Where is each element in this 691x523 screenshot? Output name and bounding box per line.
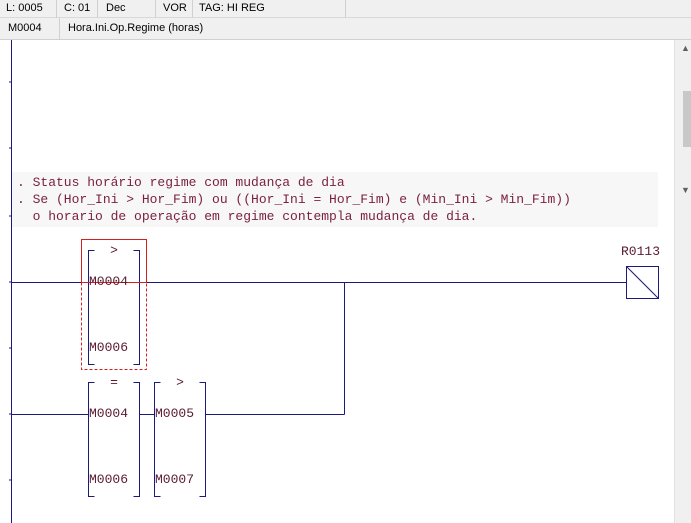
variable-info-bar: M0004 Hora.Ini.Op.Regime (horas) <box>0 18 691 40</box>
status-format: Dec <box>98 0 156 18</box>
comment-line-1: . Status horário regime com mudança de d… <box>17 175 345 190</box>
block-input-a: M0004 <box>89 406 128 421</box>
block-operator: = <box>110 375 118 390</box>
block-operator: > <box>176 375 184 390</box>
block-input-b: M0007 <box>155 472 194 487</box>
status-mode: VOR <box>156 0 193 18</box>
variable-description: Hora.Ini.Op.Regime (horas) <box>68 22 204 34</box>
variable-address: M0004 <box>0 18 60 39</box>
status-tag: TAG: HI REG <box>193 0 346 18</box>
reset-coil[interactable]: R0113 <box>621 244 660 299</box>
compare-block-greater-2[interactable]: > M0005 M0007 <box>154 375 206 497</box>
status-line: L: 0005 <box>0 0 57 18</box>
ladder-diagram[interactable]: . Status horário regime com mudança de d… <box>0 40 674 523</box>
block-input-b: M0006 <box>89 340 128 355</box>
selection-box-lower <box>81 282 147 370</box>
triangle-down-icon[interactable]: ▼ <box>677 184 691 196</box>
compare-block-equal[interactable]: = M0004 M0006 <box>88 375 140 497</box>
comment-line-3: o horario de operação em regime contempl… <box>17 209 477 224</box>
coil-label: R0113 <box>621 244 660 259</box>
scrollbar-thumb[interactable] <box>683 91 691 147</box>
triangle-up-icon[interactable]: ▲ <box>677 42 691 54</box>
block-input-a: M0005 <box>155 406 194 421</box>
status-column: C: 01 <box>58 0 98 18</box>
block-input-b: M0006 <box>89 472 128 487</box>
status-empty <box>346 0 691 18</box>
block-operator: > <box>110 243 118 258</box>
comment-line-2: . Se (Hor_Ini > Hor_Fim) ou ((Hor_Ini = … <box>17 192 571 207</box>
ladder-editor[interactable]: . Status horário regime com mudança de d… <box>0 40 674 523</box>
block-input-a: M0004 <box>89 274 128 289</box>
status-bar: L: 0005 C: 01 Dec VOR TAG: HI REG <box>0 0 691 18</box>
compare-block-greater-1[interactable]: > M0004 M0006 <box>81 239 147 370</box>
